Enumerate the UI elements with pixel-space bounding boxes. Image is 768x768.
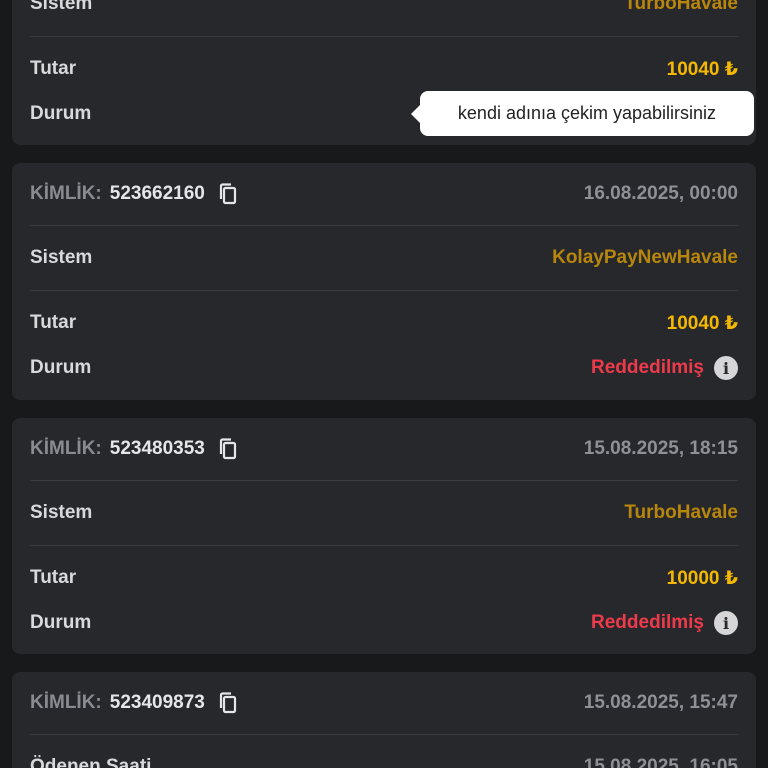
- status-label: Durum: [30, 612, 92, 633]
- tooltip-text: kendi adınıa çekim yapabilirsiniz: [457, 103, 717, 123]
- amount-value: 10040 ₺: [666, 58, 738, 80]
- status-badge: Reddedilmiş: [591, 612, 704, 633]
- amount-value: 10000 ₺: [666, 567, 738, 589]
- info-icon[interactable]: i: [714, 356, 738, 380]
- amount-row: Tutar 10040 ₺: [30, 291, 738, 355]
- id-value: 523662160: [109, 183, 205, 204]
- system-label: Sistem: [30, 0, 93, 14]
- amount-value: 10040 ₺: [666, 312, 738, 334]
- transaction-id: KİMLİK: 523409873: [30, 691, 239, 715]
- system-value: TurboHavale: [624, 502, 738, 523]
- system-value: TurboHavale: [624, 0, 738, 14]
- system-value: KolayPayNewHavale: [552, 247, 738, 268]
- system-label: Sistem: [30, 247, 93, 268]
- info-icon[interactable]: i: [714, 611, 738, 635]
- card-header: KİMLİK: 523480353 15.08.2025, 18:15: [30, 418, 738, 480]
- amount-label: Tutar: [30, 58, 77, 79]
- withdrawal-history: Sistem TurboHavale Tutar 10040 ₺ Durum K…: [0, 0, 768, 768]
- id-label: KİMLİK:: [30, 438, 102, 459]
- id-label: KİMLİK:: [30, 692, 102, 713]
- transaction-card: KİMLİK: 523409873 15.08.2025, 15:47 Öden…: [12, 672, 756, 768]
- copy-icon[interactable]: [217, 182, 239, 206]
- copy-icon[interactable]: [217, 691, 239, 715]
- amount-row: Tutar 10000 ₺: [30, 546, 738, 610]
- system-row: Sistem KolayPayNewHavale: [30, 226, 738, 290]
- transaction-date: 15.08.2025, 15:47: [583, 692, 738, 713]
- status-badge: Reddedilmiş: [591, 357, 704, 378]
- status-row: Durum Reddedilmiş i: [30, 355, 738, 381]
- card-header: KİMLİK: 523409873 15.08.2025, 15:47: [30, 672, 738, 734]
- paid-time-value: 15.08.2025, 16:05: [583, 756, 738, 768]
- transaction-id: KİMLİK: 523480353: [30, 437, 239, 461]
- status-label: Durum: [30, 103, 92, 124]
- transaction-id: KİMLİK: 523662160: [30, 182, 239, 206]
- id-value: 523480353: [109, 438, 205, 459]
- paid-time-label: Ödenen Saati: [30, 756, 152, 768]
- system-row: Sistem TurboHavale: [30, 0, 738, 36]
- amount-label: Tutar: [30, 312, 77, 333]
- system-row: Sistem TurboHavale: [30, 481, 738, 545]
- card-header: KİMLİK: 523662160 16.08.2025, 00:00: [30, 163, 738, 225]
- status-row: Durum Reddedilmiş i: [30, 610, 738, 636]
- transaction-card: KİMLİK: 523480353 15.08.2025, 18:15 Sist…: [12, 418, 756, 654]
- transaction-date: 16.08.2025, 00:00: [583, 183, 738, 204]
- status-label: Durum: [30, 357, 92, 378]
- tooltip-arrow: [411, 105, 420, 123]
- amount-label: Tutar: [30, 567, 77, 588]
- id-label: KİMLİK:: [30, 183, 102, 204]
- paid-time-row: Ödenen Saati 15.08.2025, 16:05: [30, 735, 738, 768]
- transaction-date: 15.08.2025, 18:15: [583, 438, 738, 459]
- status-tooltip: kendi adınıa çekim yapabilirsiniz: [411, 91, 754, 136]
- id-value: 523409873: [109, 692, 205, 713]
- status-wrap: Reddedilmiş i: [591, 611, 738, 635]
- copy-icon[interactable]: [217, 437, 239, 461]
- system-label: Sistem: [30, 502, 93, 523]
- transaction-card: KİMLİK: 523662160 16.08.2025, 00:00 Sist…: [12, 163, 756, 400]
- status-wrap: Reddedilmiş i: [591, 356, 738, 380]
